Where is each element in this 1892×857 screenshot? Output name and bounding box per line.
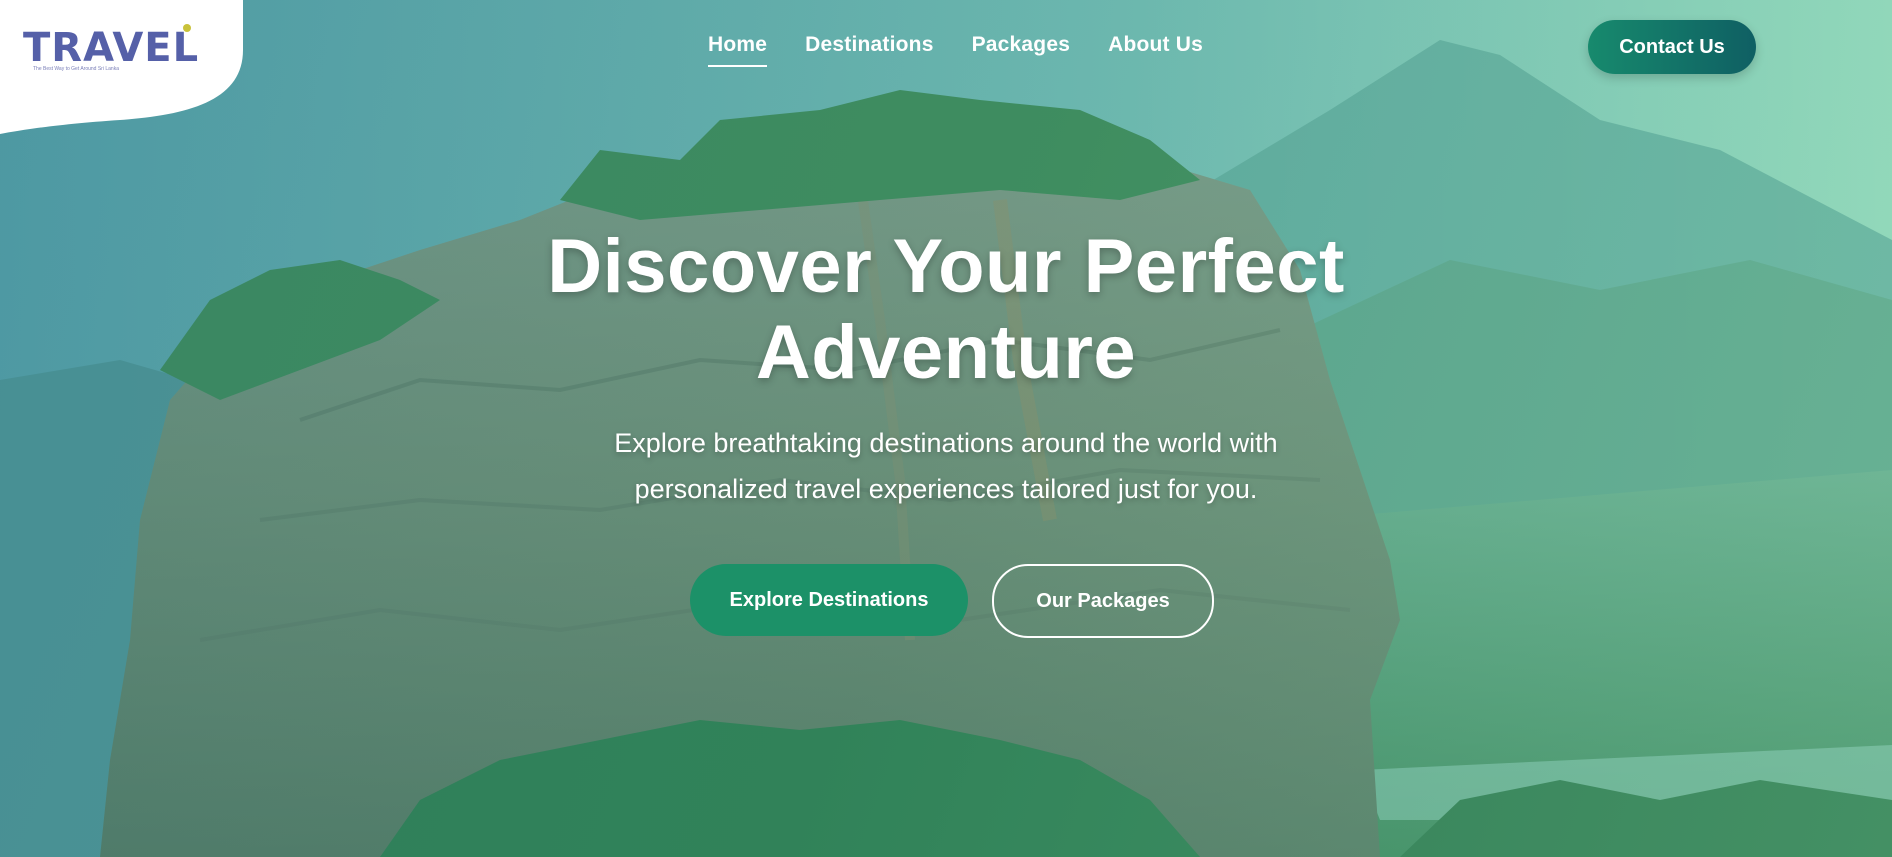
logo-accent-dot [183, 24, 191, 32]
main-navigation: Home Destinations Packages About Us [708, 33, 1203, 67]
explore-destinations-button[interactable]: Explore Destinations [690, 564, 968, 636]
nav-item-destinations[interactable]: Destinations [805, 33, 933, 67]
hero-title: Discover Your Perfect Adventure [547, 224, 1345, 395]
hero-subtitle: Explore breathtaking destinations around… [614, 428, 1278, 504]
nav-item-about-us[interactable]: About Us [1108, 33, 1203, 67]
contact-us-button[interactable]: Contact Us [1588, 20, 1756, 74]
nav-item-home[interactable]: Home [708, 33, 768, 67]
brand-logo[interactable]: TRAVEL The Best Way to Get Around Sri La… [23, 24, 198, 76]
our-packages-button[interactable]: Our Packages [992, 564, 1214, 638]
logo-wordmark: TRAVEL [23, 25, 200, 71]
hero-section: TRAVEL The Best Way to Get Around Sri La… [0, 0, 1892, 857]
nav-item-packages[interactable]: Packages [972, 33, 1071, 67]
logo-tagline: The Best Way to Get Around Sri Lanka [33, 66, 119, 72]
